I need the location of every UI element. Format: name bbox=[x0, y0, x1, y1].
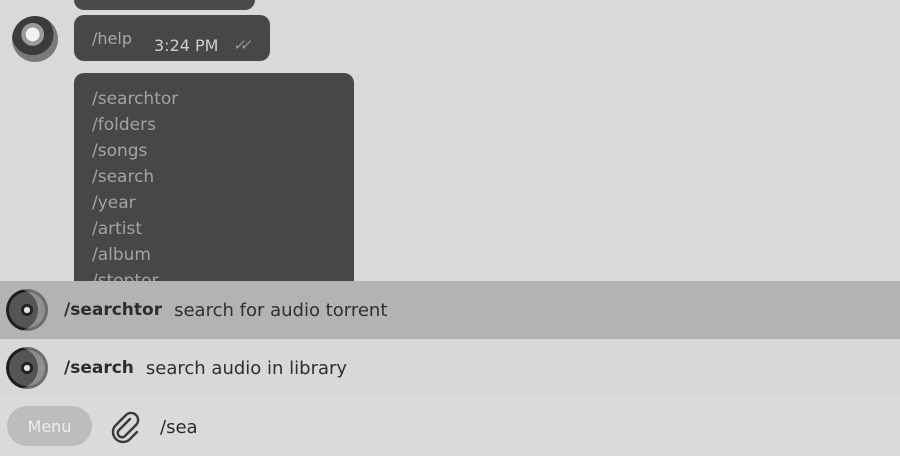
bot-avatar-icon bbox=[6, 289, 48, 331]
suggestion-description: search for audio torrent bbox=[174, 299, 388, 321]
suggestion-command: /search bbox=[64, 358, 134, 378]
message-text: /help bbox=[92, 29, 132, 48]
chat-history: /help 3:24 PM ✓✓ /searchtor /folders /so… bbox=[0, 0, 900, 281]
list-item: /folders bbox=[92, 115, 156, 135]
command-suggestion-search[interactable]: /search search audio in library bbox=[0, 339, 900, 397]
list-item: /stoptor bbox=[92, 271, 159, 281]
suggestion-description: search audio in library bbox=[145, 357, 348, 379]
previous-message-bubble bbox=[74, 0, 255, 10]
message-input-bar: Menu bbox=[0, 397, 900, 456]
list-item: /songs bbox=[92, 141, 148, 161]
read-checkmarks-icon: ✓✓ bbox=[232, 36, 249, 54]
paperclip-icon[interactable] bbox=[108, 410, 142, 444]
suggestion-command: /searchtor bbox=[64, 300, 163, 320]
command-suggestion-searchtor[interactable]: /searchtor search for audio torrent bbox=[0, 281, 900, 339]
message-bubble-help[interactable]: /help 3:24 PM ✓✓ bbox=[74, 15, 270, 61]
list-item: /search bbox=[92, 167, 155, 187]
message-input[interactable] bbox=[160, 412, 860, 442]
commands-list: /searchtor /folders /songs /search /year… bbox=[74, 73, 354, 281]
bot-avatar-icon bbox=[6, 347, 48, 389]
menu-button[interactable]: Menu bbox=[7, 406, 92, 446]
list-item: /artist bbox=[92, 219, 143, 239]
message-bubble-commands[interactable]: /searchtor /folders /songs /search /year… bbox=[74, 73, 354, 281]
list-item: /album bbox=[92, 245, 151, 265]
user-avatar[interactable] bbox=[12, 16, 58, 62]
list-item: /searchtor bbox=[92, 89, 179, 109]
message-time: 3:24 PM bbox=[154, 36, 219, 55]
list-item: /year bbox=[92, 193, 136, 213]
